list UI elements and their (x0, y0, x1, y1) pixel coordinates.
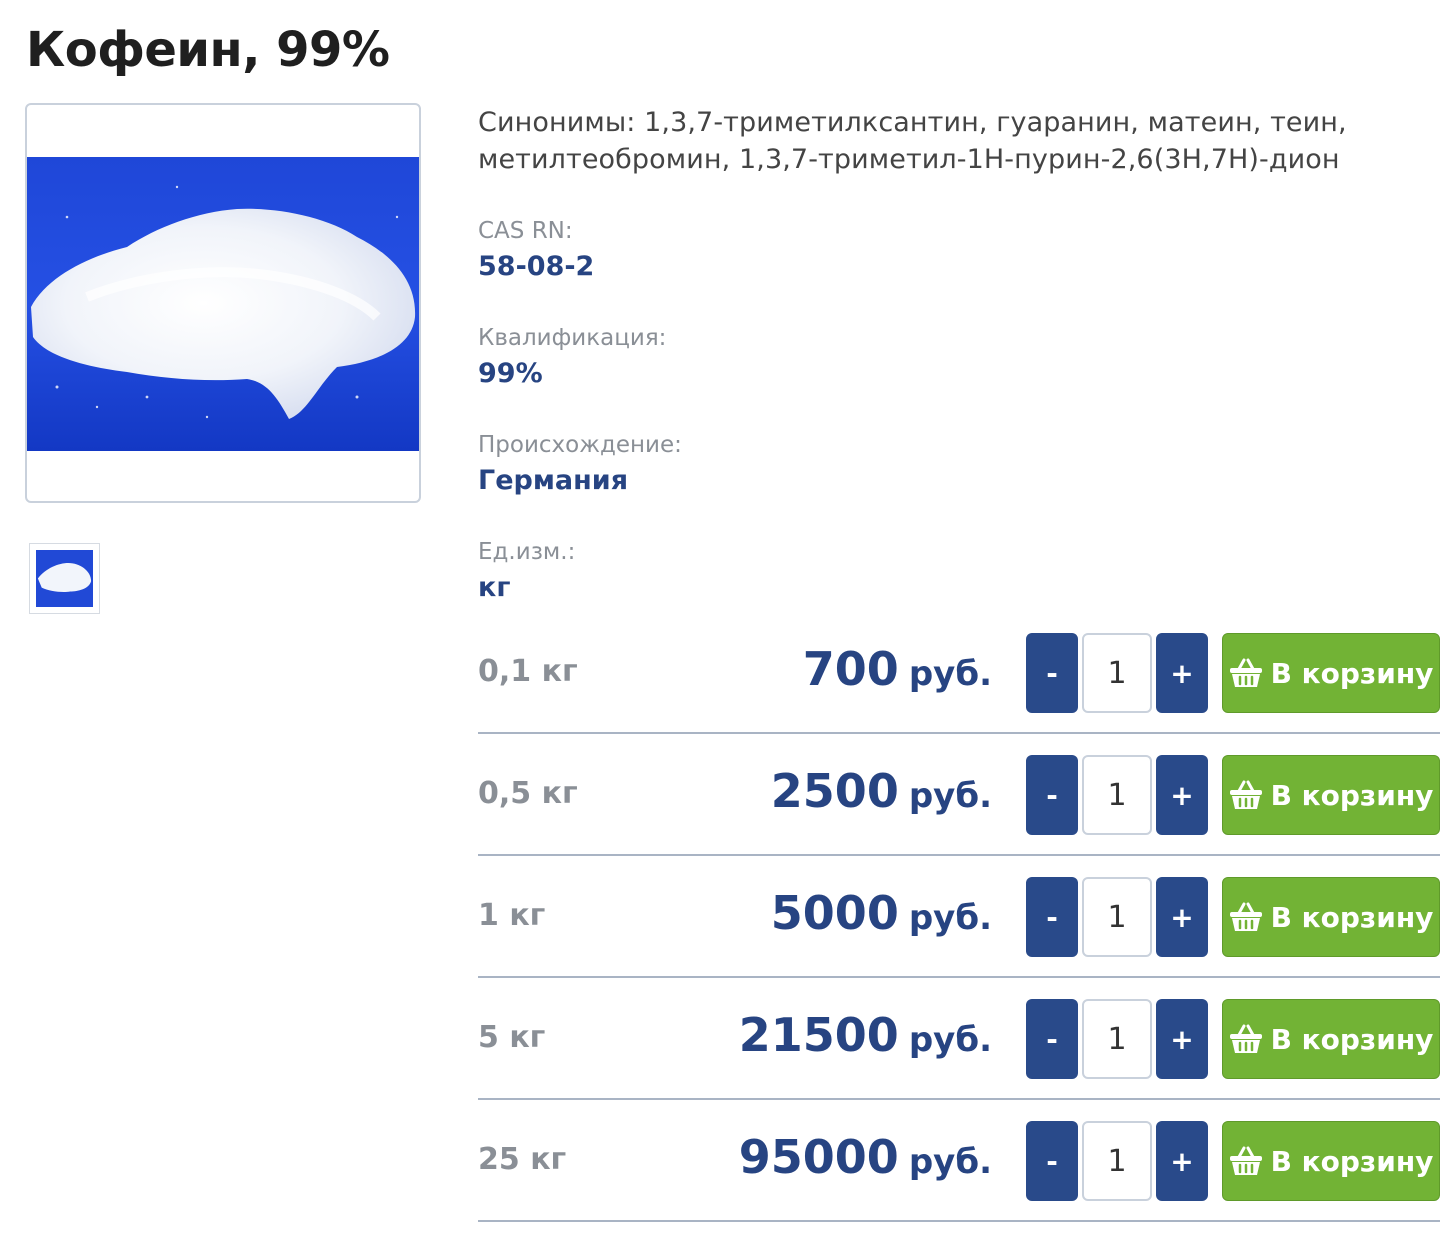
qty-decrease-button[interactable]: - (1026, 1121, 1078, 1201)
main-product-photo[interactable] (25, 103, 421, 503)
price-row: 0,1 кг 700руб. - + В корзину (478, 612, 1440, 734)
caffeine-powder-image (27, 157, 419, 451)
property-value: Германия (478, 465, 629, 496)
qty-input[interactable] (1082, 1121, 1152, 1201)
add-to-cart-label: В корзину (1270, 656, 1434, 690)
product-thumbnail[interactable] (29, 543, 100, 614)
price-currency: руб. (908, 1020, 992, 1060)
page-title: Кофеин, 99% (26, 22, 390, 78)
qty-decrease-button[interactable]: - (1026, 999, 1078, 1079)
price-row: 5 кг 21500руб. - + В корзину (478, 978, 1440, 1100)
property-label: Происхождение: (478, 432, 682, 458)
price-list: 0,1 кг 700руб. - + В корзину 0,5 кг 2500… (478, 612, 1440, 1222)
basket-icon (1229, 1146, 1262, 1175)
price-amount: 700 (802, 642, 899, 696)
price-amount: 95000 (738, 1130, 899, 1184)
property-qualification: Квалификация: 99% (478, 323, 1438, 392)
price-currency: руб. (908, 1142, 992, 1182)
add-to-cart-button[interactable]: В корзину (1222, 633, 1440, 713)
qty-input[interactable] (1082, 633, 1152, 713)
price: 2500 руб. (771, 764, 992, 818)
synonyms-text: Синонимы: 1,3,7-триметилксантин, гуарани… (478, 107, 1347, 175)
property-unit: Ед.изм.: кг (478, 537, 1438, 606)
package-weight: 5 кг (478, 1020, 546, 1055)
price: 21500 руб. (739, 1008, 992, 1062)
qty-input[interactable] (1082, 999, 1152, 1079)
qty-increase-button[interactable]: + (1156, 633, 1208, 713)
package-weight: 25 кг (478, 1142, 567, 1177)
qty-input[interactable] (1082, 877, 1152, 957)
property-value: 99% (478, 358, 543, 389)
basket-icon (1229, 658, 1262, 687)
qty-increase-button[interactable]: + (1156, 755, 1208, 835)
qty-decrease-button[interactable]: - (1026, 755, 1078, 835)
basket-icon (1229, 780, 1262, 809)
price-currency: руб. (908, 654, 992, 694)
qty-input[interactable] (1082, 755, 1152, 835)
qty-increase-button[interactable]: + (1156, 877, 1208, 957)
price: 95000 руб. (739, 1130, 992, 1184)
product-properties: Синонимы: 1,3,7-триметилксантин, гуарани… (478, 104, 1438, 606)
product-page: Кофеин, 99% Синонимы: 1,3,7-триметилксан… (0, 0, 1456, 1242)
price-currency: руб. (908, 776, 992, 816)
property-value: 58-08-2 (478, 251, 595, 282)
price: 5000 руб. (771, 886, 992, 940)
property-label: Квалификация: (478, 325, 667, 351)
price-amount: 2500 (770, 764, 899, 818)
price: 700 руб. (803, 642, 992, 696)
qty-decrease-button[interactable]: - (1026, 877, 1078, 957)
basket-icon (1229, 902, 1262, 931)
property-origin: Происхождение: Германия (478, 430, 1438, 499)
property-label: Ед.изм.: (478, 539, 576, 565)
qty-increase-button[interactable]: + (1156, 1121, 1208, 1201)
qty-increase-button[interactable]: + (1156, 999, 1208, 1079)
price-amount: 5000 (770, 886, 899, 940)
price-row: 0,5 кг 2500руб. - + В корзину (478, 734, 1440, 856)
add-to-cart-label: В корзину (1270, 778, 1434, 812)
price-row: 25 кг 95000руб. - + В корзину (478, 1100, 1440, 1222)
add-to-cart-button[interactable]: В корзину (1222, 1121, 1440, 1201)
property-cas: CAS RN: 58-08-2 (478, 216, 1438, 285)
add-to-cart-button[interactable]: В корзину (1222, 877, 1440, 957)
package-weight: 1 кг (478, 898, 546, 933)
property-value: кг (478, 572, 511, 603)
basket-icon (1229, 1024, 1262, 1053)
price-amount: 21500 (738, 1008, 899, 1062)
package-weight: 0,1 кг (478, 654, 578, 689)
add-to-cart-label: В корзину (1270, 1022, 1434, 1056)
add-to-cart-button[interactable]: В корзину (1222, 999, 1440, 1079)
property-label: CAS RN: (478, 218, 573, 244)
price-row: 1 кг 5000руб. - + В корзину (478, 856, 1440, 978)
add-to-cart-button[interactable]: В корзину (1222, 755, 1440, 835)
package-weight: 0,5 кг (478, 776, 578, 811)
add-to-cart-label: В корзину (1270, 1144, 1434, 1178)
price-currency: руб. (908, 898, 992, 938)
add-to-cart-label: В корзину (1270, 900, 1434, 934)
thumbnail-image (36, 550, 93, 607)
qty-decrease-button[interactable]: - (1026, 633, 1078, 713)
